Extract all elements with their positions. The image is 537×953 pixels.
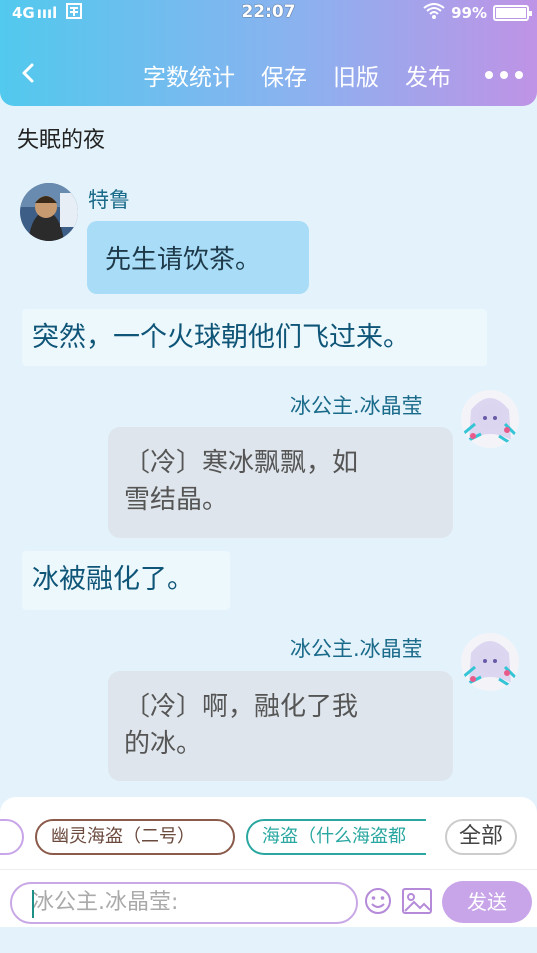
- message-input[interactable]: 冰公主.冰晶莹:: [10, 882, 358, 924]
- bottom-strip: [0, 927, 537, 953]
- message-line: 雪结晶。: [124, 485, 229, 515]
- message-bubble[interactable]: 〔冷〕啊，融化了我 的冰。: [108, 671, 453, 781]
- publish-button[interactable]: 发布: [405, 58, 451, 92]
- narration-bubble[interactable]: 冰被融化了。: [22, 551, 230, 610]
- message-line: 〔冷〕啊，融化了我: [124, 692, 359, 722]
- avatar-ice-princess[interactable]: [461, 390, 519, 448]
- save-button[interactable]: 保存: [261, 58, 307, 92]
- chat-title: 失眠的夜: [17, 128, 106, 153]
- sender-name: 冰公主.冰晶莹: [290, 394, 423, 418]
- status-bar: 4G ıııl 22:07 99%: [0, 0, 537, 26]
- avatar-teru[interactable]: [20, 183, 78, 241]
- input-placeholder: 冰公主.冰晶莹:: [32, 890, 179, 915]
- old-version-button[interactable]: 旧版: [333, 58, 379, 92]
- image-icon[interactable]: [401, 887, 433, 915]
- status-right: 99%: [423, 3, 532, 23]
- back-button[interactable]: [16, 58, 42, 88]
- word-count-button[interactable]: 字数统计: [143, 58, 235, 92]
- emoji-icon[interactable]: [363, 886, 393, 916]
- message-line: 的冰。: [124, 729, 203, 759]
- narration-bubble[interactable]: 突然，一个火球朝他们飞过来。: [22, 309, 487, 366]
- role-chip[interactable]: 幽灵海盗（二号）: [35, 819, 235, 855]
- wifi-icon: [423, 3, 445, 23]
- app-header: 4G ıııl 22:07 99% 字数统计 保存 旧版 发布: [0, 0, 537, 106]
- sender-name: 冰公主.冰晶莹: [290, 637, 423, 661]
- battery-percent: 99%: [451, 4, 487, 22]
- send-button[interactable]: 发送: [442, 881, 532, 923]
- message-bubble[interactable]: 先生请饮茶。: [87, 221, 309, 294]
- battery-fill: [496, 8, 526, 18]
- battery-icon: [493, 5, 532, 21]
- all-roles-button[interactable]: 全部: [444, 819, 517, 855]
- divider: [0, 869, 537, 870]
- sender-name: 特鲁: [88, 188, 130, 212]
- nav-actions: 字数统计 保存 旧版 发布: [143, 58, 523, 92]
- role-chip[interactable]: 海盗（什么海盗都: [246, 819, 426, 855]
- nav-bar: 字数统计 保存 旧版 发布: [0, 46, 537, 102]
- message-bubble[interactable]: 〔冷〕寒冰飘飘，如 雪结晶。: [108, 427, 453, 538]
- message-line: 〔冷〕寒冰飘飘，如: [124, 448, 359, 478]
- avatar-ice-princess[interactable]: [461, 633, 519, 691]
- input-panel: 幽灵海盗（二号） 海盗（什么海盗都 全部 冰公主.冰晶莹: 发送: [0, 797, 537, 927]
- text-caret: [32, 890, 34, 918]
- more-options-icon[interactable]: [485, 71, 523, 79]
- role-chip-partial[interactable]: [0, 819, 24, 855]
